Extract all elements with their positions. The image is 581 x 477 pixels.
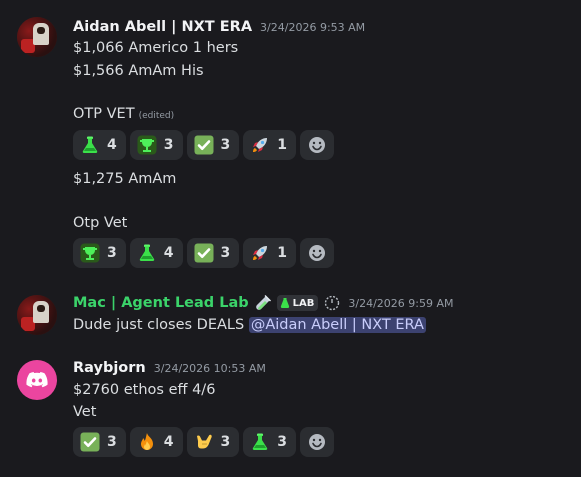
reaction-flask[interactable]: 3 [243, 427, 296, 457]
check-icon [194, 135, 214, 155]
trophy-icon [137, 135, 157, 155]
message-header: Mac | Agent Lead Lab LAB 3/24/2026 9:59 … [73, 293, 454, 313]
reaction-check[interactable]: 3 [73, 427, 126, 457]
reaction-count: 4 [163, 434, 174, 450]
add-reaction-button[interactable] [300, 427, 334, 457]
reaction-count: 4 [163, 245, 174, 261]
reaction-call-me-hand[interactable]: 3 [186, 427, 240, 457]
reaction-count: 3 [220, 245, 231, 261]
user-mention[interactable]: @Aidan Abell | NXT ERA [248, 317, 426, 333]
avatar[interactable] [17, 17, 57, 57]
flask-icon [137, 243, 157, 263]
message-text-line: $2760 ethos eff 4/6 [73, 382, 216, 398]
reaction-count: 3 [107, 245, 117, 261]
username[interactable]: Aidan Abell | NXT ERA [73, 19, 252, 35]
timestamp: 3/24/2026 9:53 AM [260, 20, 366, 34]
username[interactable]: Mac | Agent Lead Lab [73, 295, 249, 311]
test-tube-icon [255, 295, 271, 311]
check-icon [194, 243, 214, 263]
timestamp: 3/24/2026 10:53 AM [153, 361, 266, 375]
message-text-line: $1,566 AmAm His [73, 63, 204, 79]
message-header: Raybjorn 3/24/2026 10:53 AM [73, 358, 266, 378]
flask-icon [280, 298, 289, 308]
reaction-count: 3 [163, 137, 174, 153]
reaction-check[interactable]: 3 [186, 238, 240, 268]
reaction-count: 3 [220, 434, 231, 450]
reaction-flask[interactable]: 4 [129, 238, 183, 268]
rocket-icon [250, 135, 270, 155]
call-me-hand-icon [194, 432, 214, 452]
message-header: Aidan Abell | NXT ERA 3/24/2026 9:53 AM [73, 17, 365, 37]
username[interactable]: Raybjorn [73, 360, 146, 376]
avatar[interactable] [17, 295, 57, 335]
reaction-flask[interactable]: 4 [73, 130, 126, 160]
timestamp: 3/24/2026 9:59 AM [348, 296, 454, 310]
flask-icon [250, 432, 270, 452]
reaction-count: 1 [277, 245, 287, 261]
reaction-rocket[interactable]: 1 [243, 130, 296, 160]
message-text-line: Dude just closes DEALS @Aidan Abell | NX… [73, 315, 426, 335]
message-text-line: $1,066 Americo 1 hers [73, 40, 239, 56]
tag-label: LAB [292, 297, 315, 309]
smiley-icon [309, 434, 325, 450]
message-text-line: $1,275 AmAm [73, 171, 177, 187]
reaction-fire[interactable]: 4 [129, 427, 183, 457]
message-text-line: Otp Vet [73, 215, 128, 231]
rocket-icon [250, 243, 270, 263]
reaction-count: 1 [277, 137, 287, 153]
add-reaction-button[interactable] [300, 130, 334, 160]
flask-icon [80, 135, 100, 155]
reaction-bar: 3 4 3 3 [73, 427, 334, 457]
reaction-trophy[interactable]: 3 [129, 130, 183, 160]
add-reaction-button[interactable] [300, 238, 334, 268]
reaction-count: 3 [277, 434, 287, 450]
message-text: Dude just closes DEALS [73, 317, 249, 333]
reaction-rocket[interactable]: 1 [243, 238, 296, 268]
message-text: OTP VET [73, 106, 135, 122]
discord-logo-icon [26, 372, 48, 388]
trophy-icon [80, 243, 100, 263]
smiley-icon [309, 137, 325, 153]
message-text-line: Vet [73, 404, 97, 420]
avatar[interactable] [17, 360, 57, 400]
reaction-bar: 3 4 3 1 [73, 238, 334, 268]
reaction-trophy[interactable]: 3 [73, 238, 126, 268]
loading-icon [324, 295, 340, 311]
reaction-bar: 4 3 3 1 [73, 130, 334, 160]
message-text-line: OTP VET (edited) [73, 104, 174, 124]
reaction-count: 3 [220, 137, 231, 153]
tag-badge[interactable]: LAB [276, 295, 319, 311]
reaction-count: 3 [107, 434, 117, 450]
edited-label: (edited) [138, 111, 175, 121]
check-icon [80, 432, 100, 452]
smiley-icon [309, 245, 325, 261]
reaction-check[interactable]: 3 [186, 130, 240, 160]
reaction-count: 4 [107, 137, 117, 153]
fire-icon [137, 432, 157, 452]
